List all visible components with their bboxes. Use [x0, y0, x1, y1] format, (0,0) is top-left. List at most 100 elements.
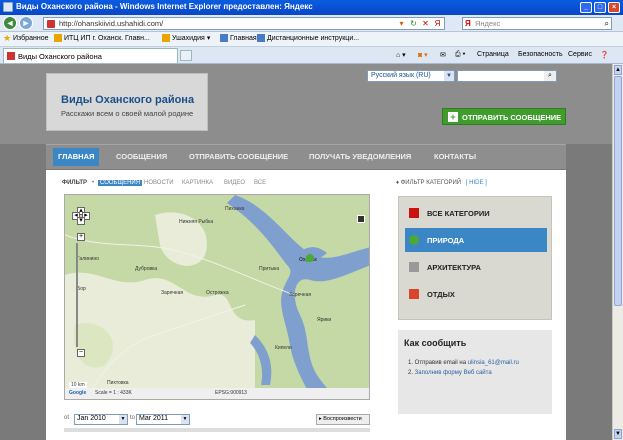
zoom-out-icon[interactable]: −: [77, 349, 85, 357]
pan-down-icon[interactable]: ▾: [77, 217, 85, 225]
main-content: ФИЛЬТР • СООБЩЕНИЯ НОВОСТИ КАРТИНКА ВИДЕ…: [46, 170, 566, 440]
how-to-title: Как сообщить: [404, 338, 467, 348]
rest-icon: [409, 289, 419, 299]
chevron-down-icon: ▼: [444, 71, 454, 81]
page-icon: [220, 34, 228, 42]
favorites-button[interactable]: ★ Избранное: [3, 33, 48, 43]
list-item: 2. Заполнив форму Веб сайта: [408, 370, 492, 376]
search-icon[interactable]: ⌕: [605, 19, 609, 29]
page-icon: [47, 20, 55, 28]
chevron-down-icon: ▼: [181, 415, 189, 424]
maximize-button[interactable]: □: [594, 2, 606, 13]
new-tab-button[interactable]: [180, 50, 192, 61]
search-box[interactable]: Я Яндекс ⌕: [462, 17, 612, 30]
zoom-slider[interactable]: [76, 243, 78, 347]
filter-news[interactable]: НОВОСТИ: [144, 180, 174, 186]
scroll-up-icon[interactable]: ▲: [614, 65, 622, 75]
browser-tab[interactable]: Виды Оханского района: [3, 48, 178, 63]
chevron-down-icon: ▼: [119, 415, 127, 424]
page-icon: [257, 34, 265, 42]
timeline: ot Jan 2010 ▼ to Mar 2011 ▼ ▸ Воспроизвест…: [64, 414, 370, 432]
filter-label: ФИЛЬТР: [62, 180, 88, 186]
google-logo: Google: [69, 390, 87, 396]
filter-all[interactable]: ВСЕ: [254, 180, 266, 186]
address-field[interactable]: http://ohanskiivid.ushahidi.com/ ▾ ↻ ✕ Я: [43, 17, 445, 30]
folder-icon: [54, 34, 62, 42]
menu-item-home[interactable]: ГЛАВНАЯ: [53, 148, 100, 166]
rss-dropdown-icon[interactable]: ▾: [397, 19, 406, 28]
star-icon: ★: [3, 33, 12, 43]
timeline-bar[interactable]: [64, 428, 370, 432]
incident-map[interactable]: Пиханка Нижняя Рыбка Оханск Дубровка При…: [64, 194, 370, 400]
tools-menu[interactable]: Сервис: [568, 51, 592, 58]
favorite-link[interactable]: ИТЦ ИП г. Оханск. Главн...: [54, 34, 150, 42]
vertical-scrollbar[interactable]: ▲ ▼: [612, 64, 623, 440]
web-page: Виды Оханского района Расскажи всем о св…: [0, 64, 612, 440]
safety-menu[interactable]: Безопасность: [518, 51, 563, 58]
category-list: ВСЕ КАТЕГОРИИ ПРИРОДА АРХИТЕКТУРА ОТДЫХ: [398, 196, 552, 320]
search-placeholder: Яндекс: [475, 19, 501, 28]
filter-pictures[interactable]: КАРТИНКА: [182, 180, 213, 186]
scroll-down-icon[interactable]: ▼: [614, 429, 622, 439]
email-link[interactable]: ulinsia_61@mail.ru: [468, 360, 519, 366]
back-icon[interactable]: ◄: [3, 16, 17, 30]
menu-item-messages[interactable]: СООБЩЕНИЯ: [116, 152, 167, 161]
print-icon[interactable]: ⎙ ▾: [455, 51, 466, 59]
window-title: Виды Оханского района - Windows Internet…: [16, 2, 313, 11]
forward-icon[interactable]: ►: [19, 16, 33, 30]
filter-video[interactable]: ВИДЕО: [224, 180, 245, 186]
minimize-button[interactable]: _: [580, 2, 592, 13]
menu-item-notifications[interactable]: ПОЛУЧАТЬ УВЕДОМЛЕНИЯ: [309, 152, 411, 161]
stop-icon[interactable]: ✕: [421, 19, 430, 28]
address-toolbar: ◄ ► http://ohanskiivid.ushahidi.com/ ▾ ↻…: [0, 15, 623, 32]
scroll-thumb[interactable]: [614, 76, 622, 306]
from-date-select[interactable]: Jan 2010 ▼: [74, 414, 128, 425]
help-icon[interactable]: ❓: [600, 51, 609, 59]
site-title[interactable]: Виды Оханского района: [61, 94, 194, 106]
favorite-link[interactable]: Ушахидия ▾: [162, 34, 210, 42]
category-all[interactable]: ВСЕ КАТЕГОРИИ: [405, 201, 547, 225]
refresh-icon[interactable]: ↻: [409, 19, 418, 28]
feeds-icon[interactable]: ◙ ▾: [418, 51, 428, 59]
zoom-in-icon[interactable]: +: [77, 233, 85, 241]
page-menu[interactable]: Страница: [477, 51, 509, 58]
site-header: Виды Оханского района Расскажи всем о св…: [0, 64, 612, 144]
window-titlebar: Виды Оханского района - Windows Internet…: [0, 0, 623, 15]
category-rest[interactable]: ОТДЫХ: [405, 282, 547, 306]
send-message-button[interactable]: + ОТПРАВИТЬ СООБЩЕНИЕ: [442, 108, 566, 125]
web-form-link[interactable]: Заполнив форму Веб сайта: [415, 370, 492, 376]
bullet-icon: •: [92, 180, 95, 186]
language-select[interactable]: Русский язык (RU) ▼: [367, 70, 455, 82]
map-terrain: [65, 195, 369, 399]
play-button[interactable]: ▸ Воспроизвести: [316, 414, 370, 425]
main-menu: ГЛАВНАЯ СООБЩЕНИЯ ОТПРАВИТЬ СООБЩЕНИЕ ПО…: [46, 144, 566, 170]
yandex-logo-icon: Я: [465, 19, 471, 28]
favorite-link[interactable]: Главная: [220, 34, 257, 42]
yandex-icon[interactable]: Я: [433, 19, 442, 28]
tab-favicon: [7, 52, 15, 60]
url-text: http://ohanskiivid.ushahidi.com/: [59, 19, 164, 28]
menu-item-send-message[interactable]: ОТПРАВИТЬ СООБЩЕНИЕ: [189, 152, 288, 161]
mail-icon[interactable]: ✉: [440, 51, 446, 59]
pan-control[interactable]: ▴ ◂ ▸ ▾: [72, 207, 90, 225]
search-icon[interactable]: ⌕: [544, 71, 556, 81]
close-button[interactable]: ×: [608, 2, 620, 13]
to-date-select[interactable]: Mar 2011 ▼: [136, 414, 190, 425]
home-icon[interactable]: ⌂ ▾: [396, 51, 406, 59]
menu-item-contacts[interactable]: КОНТАКТЫ: [434, 152, 476, 161]
layers-icon[interactable]: [357, 215, 365, 223]
category-nature[interactable]: ПРИРОДА: [405, 228, 547, 252]
nature-marker-icon[interactable]: [306, 254, 314, 262]
ie-icon: [3, 2, 13, 12]
site-search-input[interactable]: ⌕: [457, 70, 557, 82]
category-filter-header: ♦ ФИЛЬТР КАТЕГОРИЙ [ HIDE ]: [396, 180, 487, 186]
favorite-link[interactable]: Дистанционные инструкци...: [257, 34, 359, 42]
tab-bar: Виды Оханского района ⌂ ▾ ◙ ▾ ✉ ⎙ ▾ Стра…: [0, 47, 623, 64]
plus-icon: +: [448, 112, 458, 122]
filter-messages[interactable]: СООБЩЕНИЯ: [98, 180, 143, 186]
how-to-report: Как сообщить 1. Отправив email на ulinsi…: [398, 330, 552, 414]
favorites-bar: ★ Избранное ИТЦ ИП г. Оханск. Главн... Уш…: [0, 32, 623, 47]
hide-categories-link[interactable]: [ HIDE ]: [466, 180, 487, 186]
tree-icon: [409, 235, 419, 245]
category-architecture[interactable]: АРХИТЕКТУРА: [405, 255, 547, 279]
